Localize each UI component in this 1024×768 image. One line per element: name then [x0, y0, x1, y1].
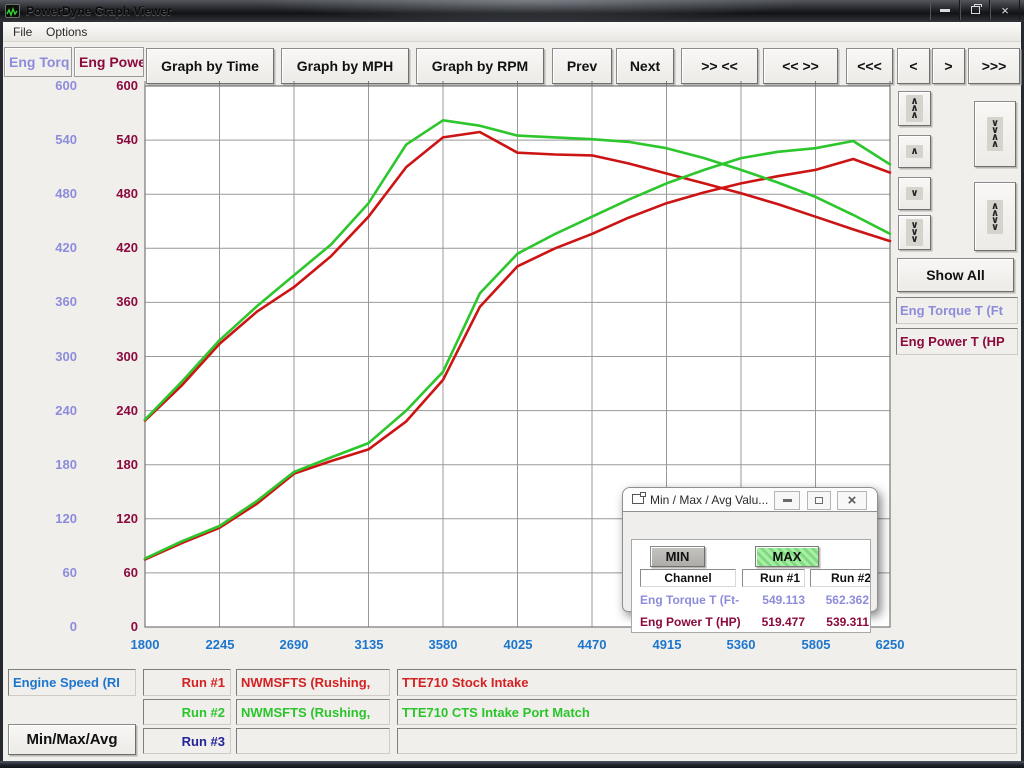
- close-icon[interactable]: ×: [990, 0, 1020, 20]
- power-axis-tick-label: 0: [88, 619, 138, 634]
- rpm-axis-tick-label: 5805: [784, 637, 848, 652]
- titlebar-glass-sheen: [250, 0, 810, 22]
- x-axis-channel-box: Engine Speed (RI: [8, 669, 136, 696]
- run1-desc: TTE710 Stock Intake: [402, 675, 528, 690]
- run1-label-box: Run #1: [143, 669, 231, 696]
- app-icon: [5, 4, 20, 18]
- title-bar[interactable]: PowerDyne Graph Viewer ×: [0, 0, 1024, 22]
- minimize-icon[interactable]: [930, 0, 960, 20]
- torque-axis-tick-label: 60: [27, 565, 77, 580]
- scale-down-button[interactable]: ∨: [898, 177, 931, 210]
- torque-axis-tick-label: 180: [27, 457, 77, 472]
- minmax-titlebar[interactable]: Min / Max / Avg Valu... ×: [622, 487, 878, 512]
- power-axis-tick-label: 120: [88, 511, 138, 526]
- window-title: PowerDyne Graph Viewer: [26, 4, 172, 18]
- rpm-axis-tick-label: 3580: [411, 637, 475, 652]
- torque-axis-tick-label: 300: [27, 349, 77, 364]
- power-axis-tick-label: 540: [88, 132, 138, 147]
- run1-desc-box: TTE710 Stock Intake: [397, 669, 1017, 696]
- run1-file: NWMSFTS (Rushing,: [241, 675, 370, 690]
- tab-eng-power[interactable]: Eng Powe: [74, 47, 144, 77]
- minmax-header-run2: Run #2: [810, 569, 871, 587]
- torque-axis-tick-label: 120: [27, 511, 77, 526]
- minmax-row-power-run2: 539.311: [786, 615, 869, 629]
- minmax-row-torque-run2: 562.362: [786, 593, 869, 607]
- scroll-right-button[interactable]: >: [932, 48, 965, 84]
- run2-desc-box: TTE710 CTS Intake Port Match: [397, 699, 1017, 725]
- run3-desc-box: [397, 728, 1017, 754]
- window-frame-bottom: [0, 761, 1024, 768]
- tab-eng-torque[interactable]: Eng Torq: [4, 47, 72, 77]
- collapse-scale-button[interactable]: ∨∨∧∧: [974, 101, 1016, 167]
- rpm-axis-tick-label: 2690: [262, 637, 326, 652]
- rpm-axis-tick-label: 4470: [560, 637, 624, 652]
- run3-file-box: [236, 728, 390, 754]
- minmax-panel: MIN MAX Channel Run #1 Run #2 Eng Torque…: [631, 539, 871, 633]
- rpm-axis-tick-label: 2245: [188, 637, 252, 652]
- run1-file-box: NWMSFTS (Rushing,: [236, 669, 390, 696]
- run1-label: Run #1: [182, 675, 225, 690]
- power-axis-tick-label: 420: [88, 240, 138, 255]
- rpm-axis-tick-label: 6250: [858, 637, 922, 652]
- max-tab-button[interactable]: MAX: [755, 546, 819, 567]
- power-axis-tick-label: 180: [88, 457, 138, 472]
- show-all-button[interactable]: Show All: [897, 258, 1014, 292]
- torque-axis-tick-label: 540: [27, 132, 77, 147]
- run2-desc: TTE710 CTS Intake Port Match: [402, 705, 590, 720]
- power-axis-tick-label: 600: [88, 78, 138, 93]
- run3-label-box: Run #3: [143, 728, 231, 754]
- torque-legend-box: Eng Torque T (Ft: [896, 297, 1018, 324]
- torque-axis-tick-label: 360: [27, 294, 77, 309]
- restore-icon[interactable]: [960, 0, 990, 20]
- triple-down-chevron-icon: ∨∨∨: [906, 219, 922, 246]
- scale-up-fast-button[interactable]: ∧∧∧: [898, 91, 931, 126]
- rpm-axis-tick-label: 4915: [635, 637, 699, 652]
- run3-label: Run #3: [182, 734, 225, 749]
- rpm-axis-tick-label: 4025: [486, 637, 550, 652]
- power-legend-box: Eng Power T (HP: [896, 328, 1018, 355]
- down-chevron-icon: ∨: [906, 187, 922, 200]
- power-axis-tick-label: 300: [88, 349, 138, 364]
- scale-up-button[interactable]: ∧: [898, 135, 931, 168]
- run2-file-box: NWMSFTS (Rushing,: [236, 699, 390, 725]
- min-tab-button[interactable]: MIN: [650, 546, 705, 567]
- minmax-body: MIN MAX Channel Run #1 Run #2 Eng Torque…: [622, 512, 878, 612]
- power-axis-tick-label: 60: [88, 565, 138, 580]
- min-max-avg-button[interactable]: Min/Max/Avg: [8, 724, 136, 755]
- torque-axis-tick-label: 0: [27, 619, 77, 634]
- torque-axis-tick-label: 480: [27, 186, 77, 201]
- collapse-chevrons-icon: ∨∨∧∧: [987, 117, 1003, 151]
- expand-scale-button[interactable]: ∧∧∨∨: [974, 182, 1016, 251]
- minmax-header-channel: Channel: [640, 569, 736, 587]
- rpm-axis-tick-label: 3135: [337, 637, 401, 652]
- menu-bar: File Options: [3, 22, 1021, 42]
- torque-axis-tick-label: 240: [27, 403, 77, 418]
- minmax-restore-icon[interactable]: [807, 491, 831, 510]
- minmax-window: Min / Max / Avg Valu... × MIN MAX Channe…: [622, 487, 878, 612]
- power-axis-tick-label: 480: [88, 186, 138, 201]
- run2-label-box: Run #2: [143, 699, 231, 725]
- menu-file[interactable]: File: [13, 25, 32, 39]
- power-axis-tick-label: 240: [88, 403, 138, 418]
- scroll-far-right-button[interactable]: >>>: [968, 48, 1020, 84]
- minmax-close-icon[interactable]: ×: [837, 491, 867, 510]
- scale-down-fast-button[interactable]: ∨∨∨: [898, 215, 931, 250]
- run2-label: Run #2: [182, 705, 225, 720]
- rpm-axis-tick-label: 1800: [113, 637, 177, 652]
- rpm-axis-tick-label: 5360: [709, 637, 773, 652]
- minmax-window-icon: [632, 494, 644, 504]
- triple-up-chevron-icon: ∧∧∧: [906, 95, 922, 122]
- menu-options[interactable]: Options: [46, 25, 87, 39]
- up-chevron-icon: ∧: [906, 145, 922, 158]
- expand-chevrons-icon: ∧∧∨∨: [987, 200, 1003, 234]
- torque-axis-tick-label: 600: [27, 78, 77, 93]
- run2-file: NWMSFTS (Rushing,: [241, 705, 370, 720]
- power-axis-tick-label: 360: [88, 294, 138, 309]
- minmax-window-title: Min / Max / Avg Valu...: [650, 493, 768, 507]
- minmax-header-run1: Run #1: [742, 569, 805, 587]
- torque-axis-tick-label: 420: [27, 240, 77, 255]
- minmax-minimize-icon[interactable]: [774, 491, 800, 510]
